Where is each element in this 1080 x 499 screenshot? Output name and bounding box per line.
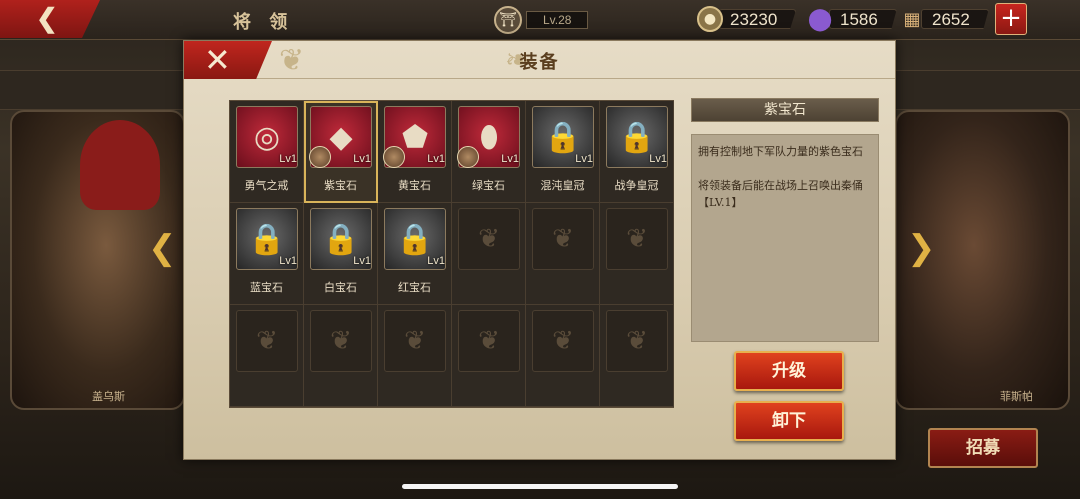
equipment-slot[interactable]: 🔒 Lv1 红宝石 <box>378 203 452 305</box>
coin-icon: ● <box>697 6 723 32</box>
item-level: Lv1 <box>279 153 297 165</box>
resource-coins: ● 23230 <box>697 5 797 33</box>
detail-desc-line1: 拥有控制地下军队力量的紫色宝石 <box>698 145 863 158</box>
empty-equipment-slot[interactable]: ❦ <box>526 203 600 305</box>
modal-header: ❦ ❧ 装备 ✕ <box>184 41 895 79</box>
coin-value: 23230 <box>719 9 797 29</box>
prev-hero-arrow-icon[interactable]: ❮ <box>148 228 177 268</box>
empty-equipment-slot[interactable]: ❦ <box>378 305 452 407</box>
equipment-slot[interactable]: ◎ Lv1 勇气之戒 <box>230 101 304 203</box>
back-arrow-icon: ❮ <box>36 4 58 34</box>
purple-crystal-icon: ⬤ <box>807 6 833 32</box>
item-name: 绿宝石 <box>472 179 505 192</box>
item-level: Lv1 <box>649 153 667 165</box>
empty-equipment-slot[interactable]: ❦ <box>600 305 674 407</box>
owner-avatar <box>309 146 331 168</box>
item-name: 紫宝石 <box>324 179 357 192</box>
temple-icon: ⛩ <box>494 6 522 34</box>
resource-scrolls: ▦ 2652 <box>899 5 989 33</box>
level-display: ⛩ Lv.28 <box>494 6 589 34</box>
item-name: 白宝石 <box>324 281 357 294</box>
empty-equipment-slot[interactable]: ❦ <box>526 305 600 407</box>
empty-equipment-slot[interactable]: ❦ <box>304 305 378 407</box>
item-name: 红宝石 <box>398 281 431 294</box>
crystal-value: 1586 <box>829 9 897 29</box>
owner-avatar <box>457 146 479 168</box>
equipment-slot[interactable]: 🔒 Lv1 混沌皇冠 <box>526 101 600 203</box>
item-name: 战争皇冠 <box>614 179 659 192</box>
item-level: Lv1 <box>427 255 445 267</box>
equipment-slot[interactable]: 🔒 Lv1 战争皇冠 <box>600 101 674 203</box>
item-level: Lv1 <box>279 255 297 267</box>
item-name: 混沌皇冠 <box>540 179 585 192</box>
item-level: Lv1 <box>353 153 371 165</box>
item-level: Lv1 <box>575 153 593 165</box>
laurel-placeholder-icon: ❦ <box>606 310 668 372</box>
item-name: 蓝宝石 <box>250 281 283 294</box>
empty-equipment-slot[interactable]: ❦ <box>452 203 526 305</box>
laurel-placeholder-icon: ❦ <box>532 310 594 372</box>
equipment-slot[interactable]: ⬮ Lv1 绿宝石 <box>452 101 526 203</box>
equipment-grid: ◎ Lv1 勇气之戒 ◆ Lv1 紫宝石 ⬟ Lv1 黄宝石 ⬮ Lv1 绿宝石 🔒 Lv1 混沌皇冠 🔒 Lv… <box>229 100 674 408</box>
recruit-button[interactable]: 招募 <box>928 428 1038 468</box>
detail-desc-line2: 将领装备后能在战场上召唤出秦俑【LV.1】 <box>698 179 863 209</box>
scroll-value: 2652 <box>921 9 989 29</box>
item-level: Lv1 <box>353 255 371 267</box>
laurel-placeholder-icon: ❦ <box>606 208 668 270</box>
detail-description: 拥有控制地下军队力量的紫色宝石 将领装备后能在战场上召唤出秦俑【LV.1】 <box>691 134 879 342</box>
home-indicator[interactable] <box>402 484 678 489</box>
item-name: 黄宝石 <box>398 179 431 192</box>
empty-equipment-slot[interactable]: ❦ <box>452 305 526 407</box>
laurel-placeholder-icon: ❦ <box>532 208 594 270</box>
equipment-slot[interactable]: ⬟ Lv1 黄宝石 <box>378 101 452 203</box>
item-level: Lv1 <box>427 153 445 165</box>
laurel-placeholder-icon: ❦ <box>310 310 372 372</box>
laurel-placeholder-icon: ❦ <box>384 310 446 372</box>
hero-name-right: 菲斯帕 <box>1000 391 1033 403</box>
modal-title: 装备 <box>519 52 560 73</box>
item-name: 勇气之戒 <box>244 179 289 192</box>
item-level: Lv1 <box>501 153 519 165</box>
unequip-button[interactable]: 卸下 <box>734 401 844 441</box>
laurel-placeholder-icon: ❦ <box>458 208 520 270</box>
back-button[interactable]: ❮ <box>0 0 100 38</box>
close-icon: ✕ <box>204 41 231 79</box>
level-text: Lv.28 <box>526 11 589 29</box>
owner-avatar <box>383 146 405 168</box>
equipment-modal: ❦ ❧ 装备 ✕ ◎ Lv1 勇气之戒 ◆ Lv1 紫宝石 ⬟ Lv1 黄宝石 ⬮ Lv1 绿宝石 🔒 L… <box>183 40 896 460</box>
resource-crystals: ⬤ 1586 <box>807 5 897 33</box>
upgrade-button[interactable]: 升级 <box>734 351 844 391</box>
laurel-placeholder-icon: ❦ <box>236 310 298 372</box>
equipment-slot[interactable]: ◆ Lv1 紫宝石 <box>304 101 378 203</box>
next-hero-arrow-icon[interactable]: ❯ <box>907 228 936 268</box>
laurel-placeholder-icon: ❦ <box>458 310 520 372</box>
helmet-plume <box>80 120 160 210</box>
empty-equipment-slot[interactable]: ❦ <box>600 203 674 305</box>
equipment-slot[interactable]: 🔒 Lv1 白宝石 <box>304 203 378 305</box>
empty-equipment-slot[interactable]: ❦ <box>230 305 304 407</box>
detail-title: 紫宝石 <box>691 98 879 122</box>
add-resource-button[interactable]: + <box>995 3 1027 35</box>
scroll-icon: ▦ <box>903 8 921 30</box>
equipment-slot[interactable]: 🔒 Lv1 蓝宝石 <box>230 203 304 305</box>
top-bar: ❮ 将 领 ⛩ Lv.28 ● 23230 ⬤ 1586 ▦ 2652 + <box>0 0 1080 40</box>
page-title: 将 领 <box>233 12 294 33</box>
hero-name-left: 盖乌斯 <box>92 391 125 403</box>
